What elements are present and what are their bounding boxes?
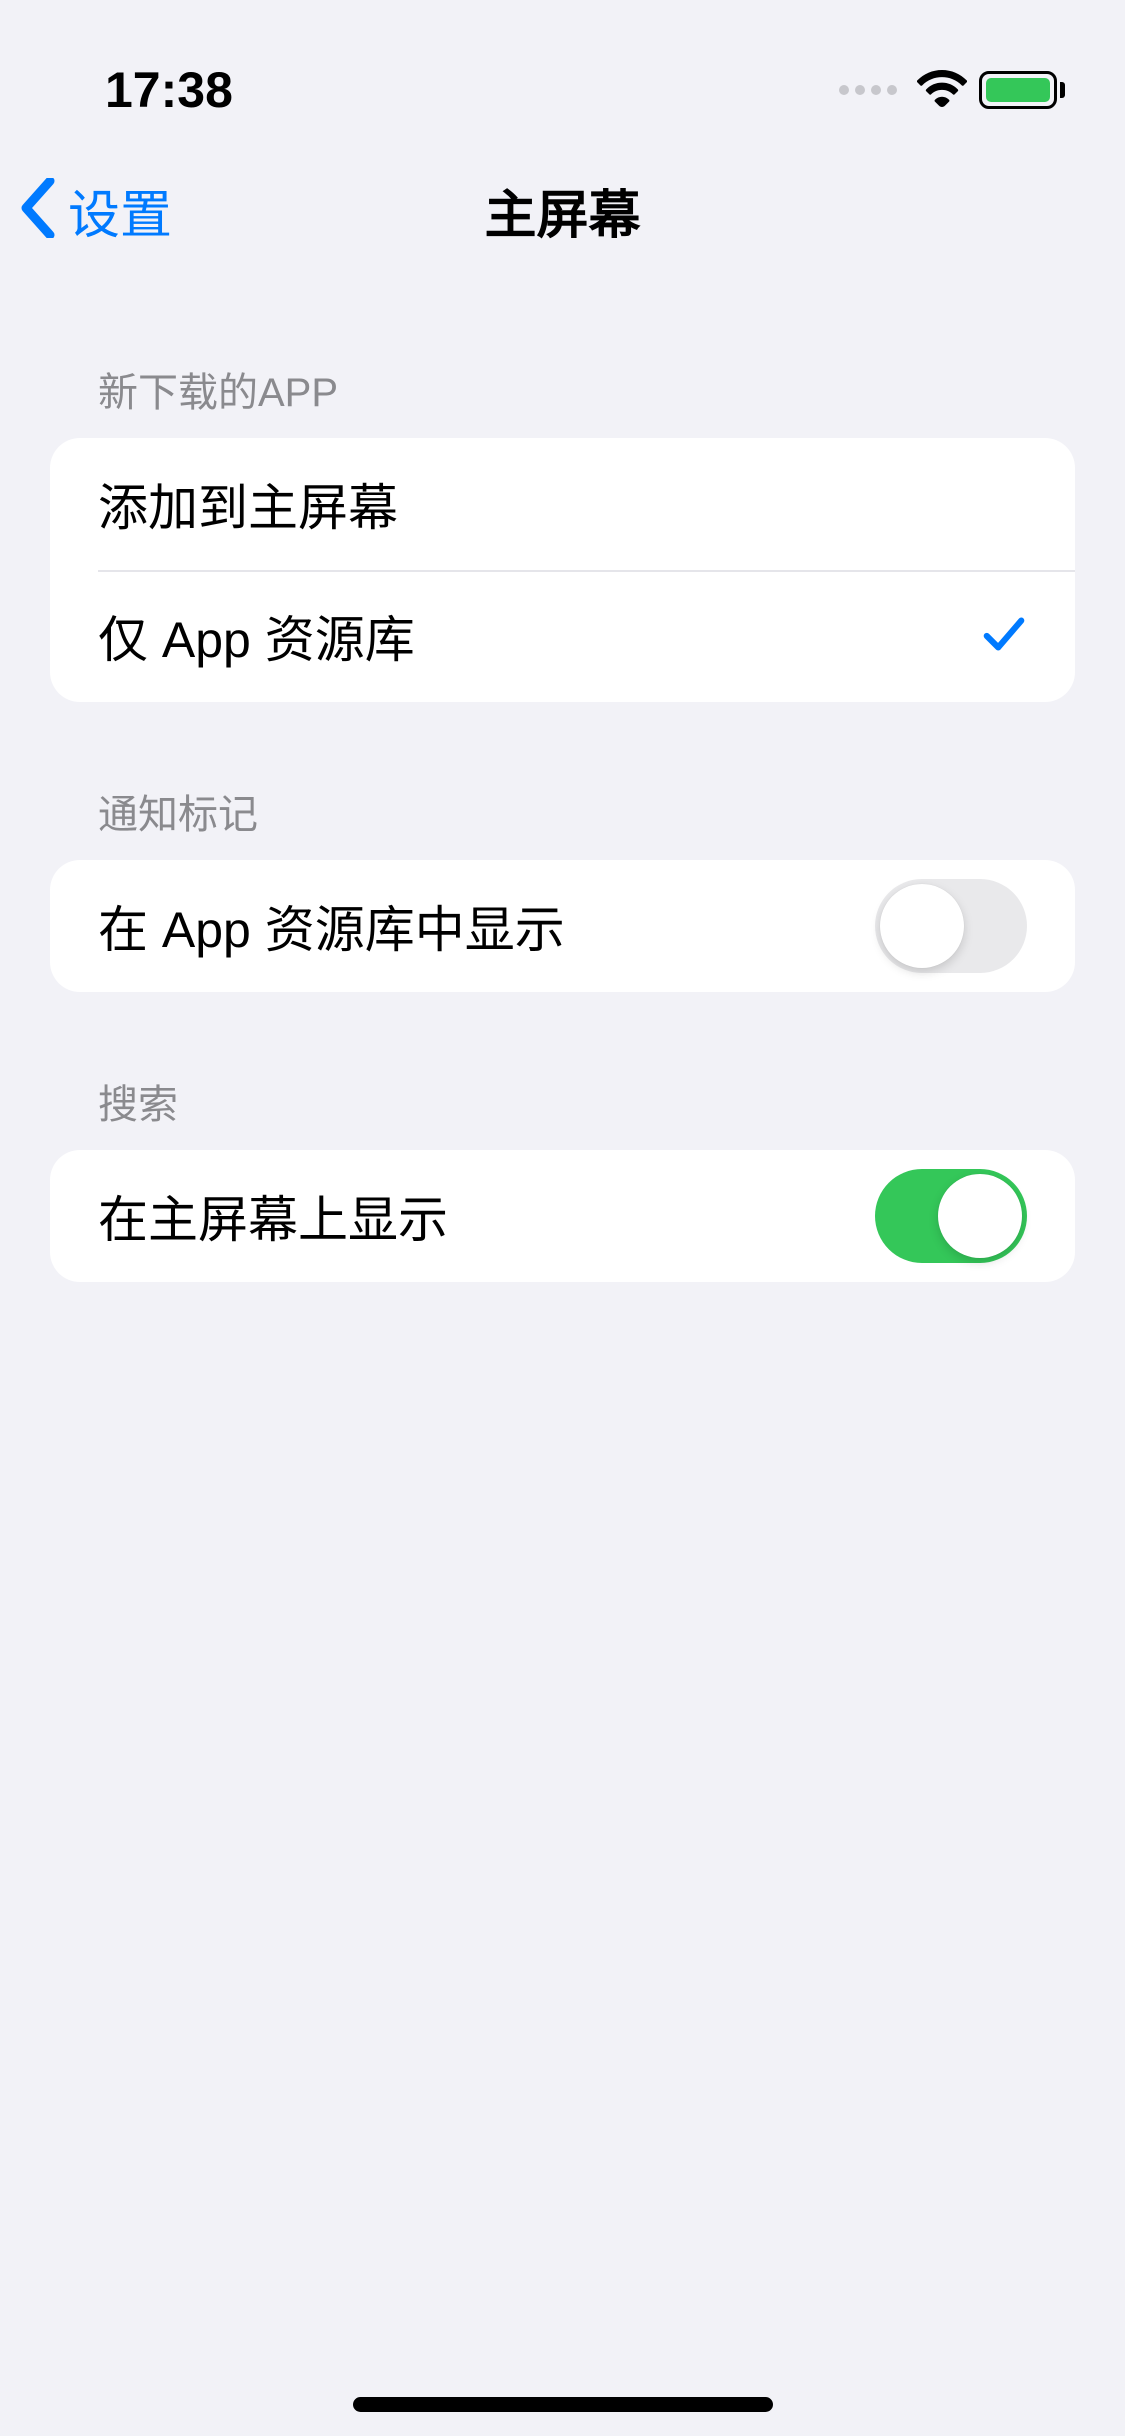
cellular-dots-icon	[839, 85, 897, 95]
toggle-show-on-home[interactable]	[875, 1169, 1027, 1263]
section-header-search: 搜索	[50, 1072, 1075, 1150]
toggle-show-in-library[interactable]	[875, 879, 1027, 973]
option-label: 仅 App 资源库	[98, 600, 415, 672]
status-time: 17:38	[105, 61, 233, 119]
battery-icon	[979, 71, 1065, 109]
toggle-knob	[880, 884, 964, 968]
toggle-knob	[938, 1174, 1022, 1258]
wifi-icon	[917, 69, 967, 112]
group-badges: 在 App 资源库中显示	[50, 860, 1075, 992]
section-badges: 通知标记 在 App 资源库中显示	[0, 782, 1125, 992]
home-indicator[interactable]	[353, 2397, 773, 2412]
row-label: 在主屏幕上显示	[98, 1180, 448, 1252]
group-search: 在主屏幕上显示	[50, 1150, 1075, 1282]
nav-bar: 设置 主屏幕	[0, 140, 1125, 280]
row-show-in-library: 在 App 资源库中显示	[50, 860, 1075, 992]
section-header-new-downloads: 新下载的APP	[50, 360, 1075, 438]
section-new-downloads: 新下载的APP 添加到主屏幕 仅 App 资源库	[0, 360, 1125, 702]
section-header-badges: 通知标记	[50, 782, 1075, 860]
checkmark-icon	[981, 611, 1027, 662]
group-new-downloads: 添加到主屏幕 仅 App 资源库	[50, 438, 1075, 702]
status-bar: 17:38	[0, 0, 1125, 140]
status-indicators	[839, 69, 1065, 112]
back-label: 设置	[68, 173, 172, 248]
row-show-on-home: 在主屏幕上显示	[50, 1150, 1075, 1282]
section-search: 搜索 在主屏幕上显示	[0, 1072, 1125, 1282]
chevron-left-icon	[20, 178, 56, 243]
row-label: 在 App 资源库中显示	[98, 890, 565, 962]
option-app-library-only[interactable]: 仅 App 资源库	[50, 570, 1075, 702]
back-button[interactable]: 设置	[20, 173, 172, 248]
option-label: 添加到主屏幕	[98, 468, 398, 540]
option-add-to-home[interactable]: 添加到主屏幕	[50, 438, 1075, 570]
